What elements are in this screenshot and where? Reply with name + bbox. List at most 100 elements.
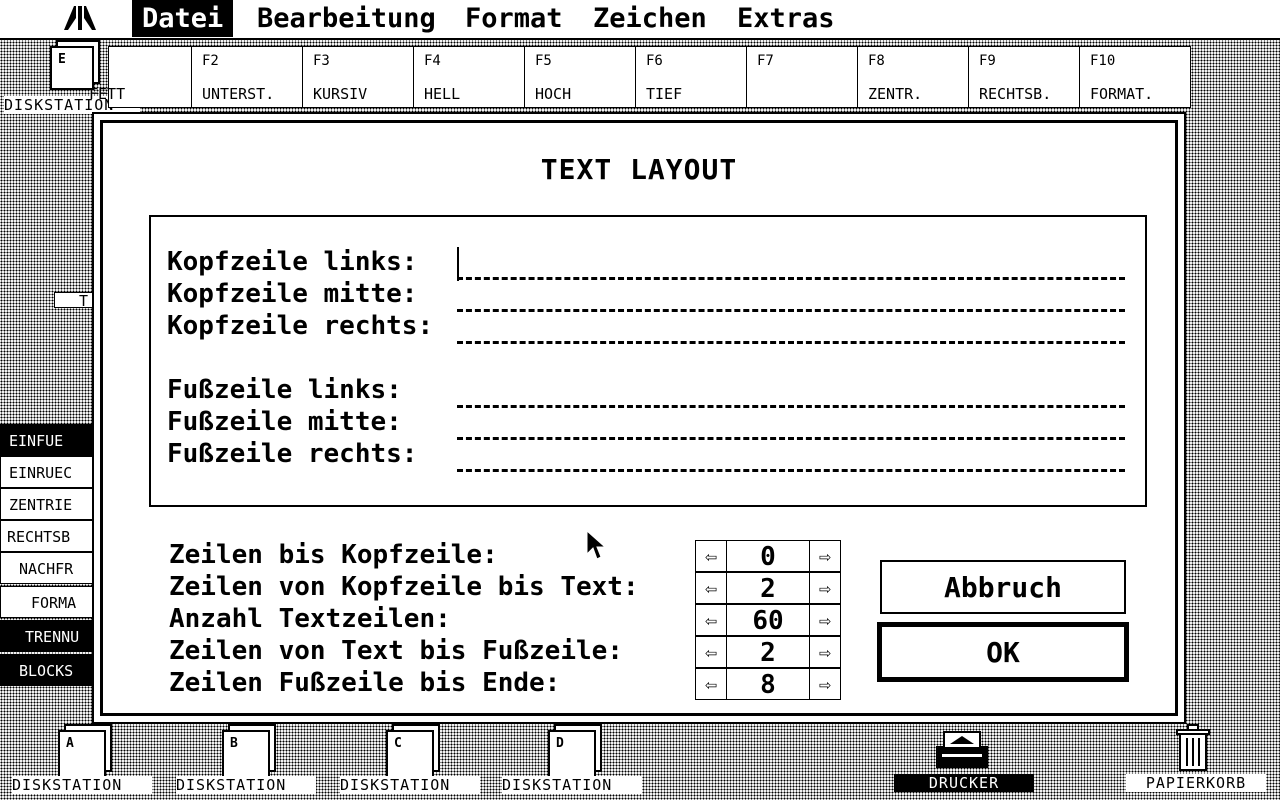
- header-footer-fields: Kopfzeile links: Kopfzeile mitte: Kopfze…: [149, 215, 1147, 507]
- fkey-f5[interactable]: F5 HOCH: [524, 46, 635, 108]
- fkey-f8[interactable]: F8 ZENTR.: [857, 46, 968, 108]
- fkey-f10[interactable]: F10 FORMAT.: [1079, 46, 1191, 108]
- fkey-label: KURSIV: [313, 85, 368, 103]
- fkey-f3[interactable]: F3 KURSIV: [302, 46, 413, 108]
- counter-label-text-bis-fusszeile: Zeilen von Text bis Fußzeile:: [169, 636, 623, 666]
- increment-arrow-icon[interactable]: ⇨: [809, 637, 840, 667]
- fkey-label: RECHTSB.: [979, 85, 1052, 103]
- side-item-zentrieren[interactable]: ZENTRIE: [0, 488, 96, 520]
- increment-arrow-icon[interactable]: ⇨: [809, 573, 840, 603]
- printer-caption: DRUCKER: [894, 774, 1034, 792]
- fkey-number: F4: [424, 53, 441, 69]
- decrement-arrow-icon[interactable]: ⇦: [696, 541, 727, 571]
- drive-letter: B: [230, 736, 238, 751]
- counter-text-bis-fusszeile: ⇦ 2 ⇨: [695, 636, 841, 668]
- trash-icon[interactable]: PAPIERKORB: [1126, 724, 1266, 792]
- decrement-arrow-icon[interactable]: ⇦: [696, 637, 727, 667]
- kopfzeile-links-input[interactable]: [457, 251, 1125, 280]
- dialog-title: TEXT LAYOUT: [540, 153, 738, 186]
- menu-bar: Datei Bearbeitung Format Zeichen Extras: [0, 0, 1280, 40]
- drive-caption: DISKSTATION: [502, 776, 642, 794]
- fusszeile-links-input[interactable]: [457, 379, 1125, 408]
- fkey-label: ZENTR.: [868, 85, 923, 103]
- printer-glyph-icon: [936, 731, 988, 768]
- fkey-label: UNTERST.: [202, 85, 275, 103]
- atari-logo-icon[interactable]: [64, 4, 96, 32]
- dialog-frame: TEXT LAYOUT Kopfzeile links: Kopfzeile m…: [100, 120, 1178, 716]
- counter-fusszeile-bis-ende: ⇦ 8 ⇨: [695, 668, 841, 700]
- increment-arrow-icon[interactable]: ⇨: [809, 541, 840, 571]
- decrement-arrow-icon[interactable]: ⇦: [696, 669, 727, 699]
- counter-zeilen-bis-kopfzeile: ⇦ 0 ⇨: [695, 540, 841, 572]
- side-item-blocksatz[interactable]: BLOCKS: [0, 654, 96, 686]
- fusszeile-mitte-input[interactable]: [457, 411, 1125, 440]
- fkey-number: F9: [979, 53, 996, 69]
- fkey-number: F3: [313, 53, 330, 69]
- field-label: Kopfzeile rechts:: [167, 311, 434, 341]
- increment-arrow-icon[interactable]: ⇨: [809, 605, 840, 635]
- side-item-formatieren[interactable]: FORMA: [0, 586, 96, 618]
- fusszeile-rechts-input[interactable]: [457, 443, 1125, 472]
- field-label: Kopfzeile links:: [167, 247, 418, 277]
- drive-letter: E: [58, 52, 66, 67]
- mouse-pointer-icon: [586, 530, 606, 560]
- menu-zeichen[interactable]: Zeichen: [583, 0, 717, 37]
- function-key-bar: FETT F2 UNTERST. F3 KURSIV F4 HELL F5 HOCH F…: [89, 46, 1191, 108]
- fkey-f7[interactable]: F7: [746, 46, 857, 108]
- fkey-label: FORMAT.: [1090, 85, 1154, 103]
- side-item-trennung[interactable]: TRENNU: [0, 620, 96, 652]
- fkey-f4[interactable]: F4 HELL: [413, 46, 524, 108]
- drive-letter: D: [556, 736, 564, 751]
- fkey-number: F7: [757, 53, 774, 69]
- side-item-rechtsbuendig[interactable]: RECHTSB: [0, 520, 96, 552]
- fkey-f1[interactable]: FETT: [89, 46, 191, 108]
- field-label: Fußzeile mitte:: [167, 407, 402, 437]
- drive-caption: DISKSTATION: [340, 776, 480, 794]
- drive-caption: DISKSTATION: [176, 776, 316, 794]
- text-layout-dialog: TEXT LAYOUT Kopfzeile links: Kopfzeile m…: [92, 112, 1186, 724]
- fkey-number: F10: [1090, 53, 1116, 69]
- counter-value: 2: [760, 574, 776, 604]
- side-item-einfuegen[interactable]: EINFUE: [0, 424, 96, 456]
- side-t-marker: T: [54, 292, 94, 308]
- printer-icon[interactable]: DRUCKER: [894, 728, 1034, 792]
- cancel-button[interactable]: Abbruch: [880, 560, 1126, 614]
- fkey-f2[interactable]: F2 UNTERST.: [191, 46, 302, 108]
- trash-caption: PAPIERKORB: [1126, 774, 1266, 792]
- counter-label-fusszeile-bis-ende: Zeilen Fußzeile bis Ende:: [169, 668, 561, 698]
- decrement-arrow-icon[interactable]: ⇦: [696, 605, 727, 635]
- kopfzeile-rechts-input[interactable]: [457, 315, 1125, 344]
- counter-kopfzeile-bis-text: ⇦ 2 ⇨: [695, 572, 841, 604]
- menu-bearbeitung[interactable]: Bearbeitung: [247, 0, 446, 37]
- counter-label-anzahl-textzeilen: Anzahl Textzeilen:: [169, 604, 451, 634]
- counter-value: 60: [752, 606, 784, 636]
- menu-datei[interactable]: Datei: [132, 0, 234, 37]
- fkey-f9[interactable]: F9 RECHTSB.: [968, 46, 1079, 108]
- counter-label-kopfzeile-bis-text: Zeilen von Kopfzeile bis Text:: [169, 572, 639, 602]
- drive-letter: A: [66, 736, 74, 751]
- fkey-f6[interactable]: F6 TIEF: [635, 46, 746, 108]
- field-label: Fußzeile links:: [167, 375, 402, 405]
- fkey-label: TIEF: [646, 85, 683, 103]
- counter-label-zeilen-bis-kopfzeile: Zeilen bis Kopfzeile:: [169, 540, 498, 570]
- fkey-number: F5: [535, 53, 552, 69]
- counter-value: 0: [760, 542, 776, 572]
- menu-format[interactable]: Format: [455, 0, 573, 37]
- trash-can-icon: [1176, 724, 1210, 771]
- side-item-einruecken[interactable]: EINRUEC: [0, 456, 96, 488]
- fkey-label: FETT: [89, 85, 126, 103]
- menu-extras[interactable]: Extras: [727, 0, 845, 37]
- ok-button[interactable]: OK: [877, 622, 1129, 682]
- increment-arrow-icon[interactable]: ⇨: [809, 669, 840, 699]
- field-label: Kopfzeile mitte:: [167, 279, 418, 309]
- side-item-nachformatieren[interactable]: NACHFR: [0, 552, 96, 584]
- decrement-arrow-icon[interactable]: ⇦: [696, 573, 727, 603]
- drive-letter: C: [394, 736, 402, 751]
- counter-value: 8: [760, 670, 776, 700]
- fkey-label: HOCH: [535, 85, 572, 103]
- fkey-label: HELL: [424, 85, 461, 103]
- kopfzeile-mitte-input[interactable]: [457, 283, 1125, 312]
- fkey-number: F8: [868, 53, 885, 69]
- counter-value: 2: [760, 638, 776, 668]
- fkey-number: F6: [646, 53, 663, 69]
